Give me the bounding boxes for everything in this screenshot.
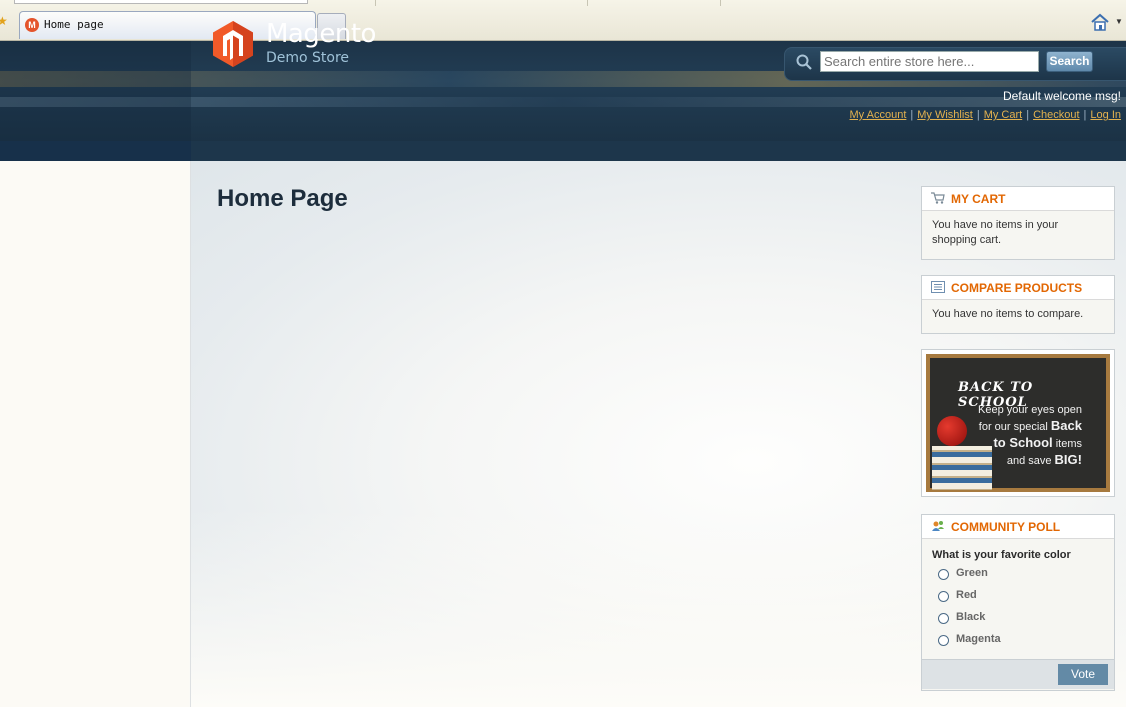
promo-emphasis: to School <box>993 435 1053 450</box>
poll-content: What is your favorite color Green Red Bl… <box>922 539 1114 659</box>
promo-text-fragment: items <box>1055 438 1082 450</box>
poll-option[interactable]: Black <box>932 607 1104 629</box>
mini-cart-header: MY CART <box>922 187 1114 211</box>
search-input[interactable] <box>820 51 1039 72</box>
search-icon <box>796 54 812 70</box>
bookmark-star-icon[interactable]: ★ <box>0 14 8 28</box>
poll-option[interactable]: Green <box>932 563 1104 585</box>
promo-text: Keep your eyes open for our special Back… <box>952 402 1082 469</box>
link-separator: | <box>976 109 980 121</box>
poll-option-label[interactable]: Magenta <box>956 632 1001 647</box>
promo-text-fragment: for our special <box>978 421 1048 433</box>
promo-banner[interactable]: BACK TO SCHOOL Keep your eyes open for o… <box>921 349 1115 497</box>
promo-line: to School items <box>952 435 1082 452</box>
browser-tab-strip: ★ M Home page ▼ <box>0 0 1126 41</box>
vote-button[interactable]: Vote <box>1058 664 1108 685</box>
promo-line: and save BIG! <box>952 452 1082 469</box>
poll-radio[interactable] <box>938 613 949 624</box>
magento-favicon-icon: M <box>25 18 39 32</box>
my-account-link[interactable]: My Account <box>850 109 907 121</box>
compare-products-block: COMPARE PRODUCTS You have no items to co… <box>921 275 1115 334</box>
left-column <box>0 161 189 707</box>
promo-emphasis: Back <box>1050 418 1082 433</box>
poll-option-label[interactable]: Red <box>956 588 977 603</box>
toolbar-divider <box>375 0 376 6</box>
toolbar-divider <box>720 0 721 6</box>
search-button[interactable]: Search <box>1046 51 1093 72</box>
community-poll-block: COMMUNITY POLL What is your favorite col… <box>921 514 1115 691</box>
logo-title[interactable]: Magento <box>266 19 376 49</box>
compare-products-message: You have no items to compare. <box>932 308 1084 320</box>
poll-option-label[interactable]: Green <box>956 566 988 581</box>
poll-option[interactable]: Red <box>932 585 1104 607</box>
poll-option-label[interactable]: Black <box>956 610 985 625</box>
poll-people-icon <box>932 521 944 531</box>
header-left-shade <box>0 41 191 141</box>
chalkboard-image: BACK TO SCHOOL Keep your eyes open for o… <box>926 354 1110 492</box>
my-cart-link[interactable]: My Cart <box>984 109 1023 121</box>
toolbar-divider <box>587 0 588 6</box>
home-icon[interactable] <box>1090 13 1110 31</box>
promo-line: for our special Back <box>952 418 1082 435</box>
link-separator: | <box>1026 109 1030 121</box>
compare-products-header: COMPARE PRODUCTS <box>922 276 1114 300</box>
mini-cart-message: You have no items in your shopping cart. <box>932 219 1059 246</box>
magento-logo-icon[interactable] <box>212 20 254 68</box>
poll-option[interactable]: Magenta <box>932 629 1104 651</box>
welcome-message: Default welcome msg! <box>1002 89 1121 103</box>
checkout-link[interactable]: Checkout <box>1033 109 1079 121</box>
nav-bar-left <box>0 141 191 161</box>
link-separator: | <box>1083 109 1087 121</box>
my-wishlist-link[interactable]: My Wishlist <box>917 109 973 121</box>
header-links: My Account | My Wishlist | My Cart | Checkout |… <box>850 109 1121 121</box>
page-title: Home Page <box>217 185 348 212</box>
nav-bar <box>0 141 1126 161</box>
poll-question: What is your favorite color <box>932 549 1071 561</box>
compare-products-title: COMPARE PRODUCTS <box>951 281 1083 295</box>
link-separator: | <box>910 109 914 121</box>
tab-title: Home page <box>44 18 104 31</box>
community-poll-header: COMMUNITY POLL <box>922 515 1114 539</box>
community-poll-title: COMMUNITY POLL <box>951 520 1061 534</box>
cart-icon <box>931 192 945 204</box>
promo-text-fragment: and save <box>1006 455 1052 467</box>
poll-radio[interactable] <box>938 569 949 580</box>
poll-radio[interactable] <box>938 635 949 646</box>
poll-actions: Vote <box>922 659 1114 689</box>
mini-cart-block: MY CART You have no items in your shoppi… <box>921 186 1115 260</box>
promo-emphasis: BIG! <box>1054 452 1082 467</box>
poll-radio[interactable] <box>938 591 949 602</box>
compare-list-icon <box>931 281 945 293</box>
log-in-link[interactable]: Log In <box>1090 109 1121 121</box>
logo-subtitle[interactable]: Demo Store <box>266 50 349 66</box>
address-bar-edge <box>14 0 308 4</box>
chevron-down-icon[interactable]: ▼ <box>1115 17 1123 26</box>
mini-cart-title: MY CART <box>951 192 1006 206</box>
promo-line: Keep your eyes open <box>978 404 1082 416</box>
